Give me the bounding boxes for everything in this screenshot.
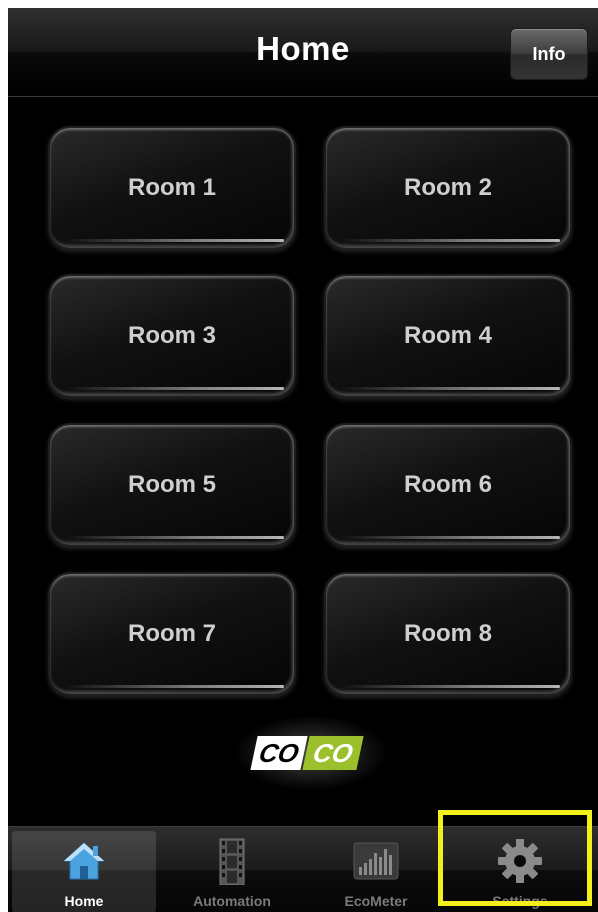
room-6-button[interactable]: Room 6 — [324, 423, 572, 547]
tab-ecometer[interactable]: EcoMeter — [304, 831, 448, 912]
gear-icon — [498, 839, 542, 883]
coco-logo: CO CO — [248, 730, 372, 778]
app-screen: Home Info Room 1 Room 2 Room 3 Room 4 Ro… — [8, 8, 598, 912]
tab-ecometer-label: EcoMeter — [344, 893, 408, 909]
house-icon — [62, 842, 106, 880]
navigation-bar: Home Info — [8, 8, 598, 97]
room-8-button[interactable]: Room 8 — [324, 572, 572, 696]
room-1-button[interactable]: Room 1 — [48, 126, 296, 250]
tab-automation[interactable]: Automation — [160, 831, 304, 912]
room-2-button[interactable]: Room 2 — [324, 126, 572, 250]
room-5-button[interactable]: Room 5 — [48, 423, 296, 547]
logo-co-green: CO — [302, 736, 364, 770]
tab-home-label: Home — [64, 893, 104, 909]
bar-meter-icon — [353, 842, 399, 880]
tab-automation-label: Automation — [193, 893, 271, 909]
tab-bar: Home Automation EcoMeter Settings — [8, 826, 598, 912]
logo-co-white: CO — [250, 736, 308, 770]
room-7-button[interactable]: Room 7 — [48, 572, 296, 696]
info-button[interactable]: Info — [510, 28, 588, 80]
film-strip-icon — [219, 838, 245, 885]
room-4-button[interactable]: Room 4 — [324, 274, 572, 398]
tab-settings-label: Settings — [492, 893, 548, 909]
tab-settings[interactable]: Settings — [448, 831, 592, 912]
room-3-button[interactable]: Room 3 — [48, 274, 296, 398]
tab-home[interactable]: Home — [12, 831, 156, 912]
